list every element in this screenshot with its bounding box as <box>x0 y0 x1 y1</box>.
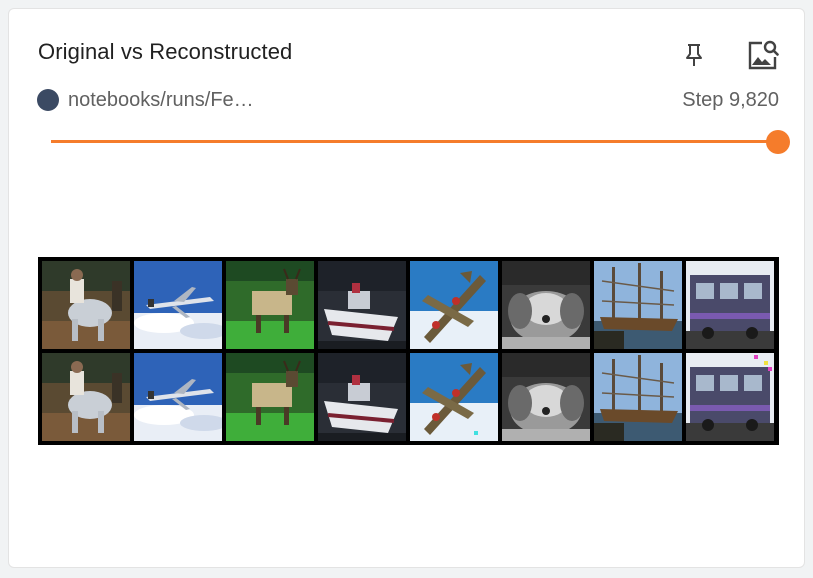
reconstructed-image-truck <box>686 353 774 441</box>
image-grid <box>38 257 779 445</box>
reconstructed-image-horse-rider <box>42 353 130 441</box>
pin-icon <box>686 44 702 66</box>
original-image-deer <box>226 261 314 349</box>
run-row: notebooks/runs/Fe… Step 9,820 <box>37 87 779 113</box>
original-image-horse-rider <box>42 261 130 349</box>
original-image-ship <box>594 261 682 349</box>
run-color-dot <box>37 89 59 111</box>
image-card: Original vs Reconstructed notebooks/runs… <box>8 8 805 568</box>
original-image-boat <box>318 261 406 349</box>
pin-button[interactable] <box>676 37 712 73</box>
original-image-airplane <box>134 261 222 349</box>
original-image-dog <box>502 261 590 349</box>
reconstructed-image-airplane <box>134 353 222 441</box>
slider-fill <box>51 140 778 143</box>
image-search-button[interactable] <box>744 37 780 73</box>
reconstructed-image-fighter-plane <box>410 353 498 441</box>
step-slider[interactable] <box>51 129 790 155</box>
reconstructed-image-deer <box>226 353 314 441</box>
image-search-icon <box>748 40 779 70</box>
reconstructed-image-boat <box>318 353 406 441</box>
reconstructed-image-ship <box>594 353 682 441</box>
card-title: Original vs Reconstructed <box>38 39 293 64</box>
slider-thumb[interactable] <box>766 130 790 154</box>
reconstructed-image-dog <box>502 353 590 441</box>
run-name: notebooks/runs/Fe… <box>68 89 254 111</box>
original-image-truck <box>686 261 774 349</box>
original-image-fighter-plane <box>410 261 498 349</box>
step-label: Step 9,820 <box>682 89 779 111</box>
